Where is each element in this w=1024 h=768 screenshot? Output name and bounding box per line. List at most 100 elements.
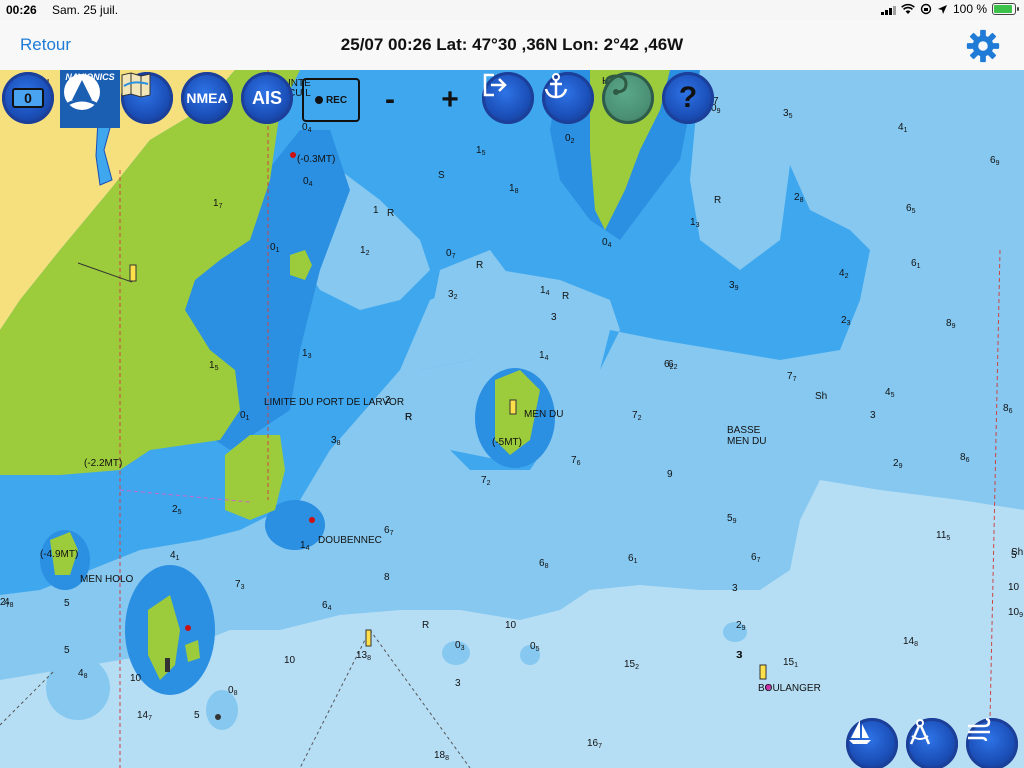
record-dot-icon [314, 96, 323, 104]
depth-sounding: 29 [736, 620, 746, 632]
depth-sounding: 13 [302, 348, 312, 360]
depth-sounding: 3 [870, 410, 876, 421]
settings-gear-icon[interactable] [964, 27, 1002, 65]
help-label: ? [678, 81, 698, 114]
depth-sounding: 48 [4, 597, 14, 609]
depth-sounding: 28 [794, 192, 804, 204]
depth-sounding: 32 [448, 289, 458, 301]
depth-sounding: 109 [1008, 607, 1024, 619]
depth-sounding: 3 [732, 583, 738, 594]
depth-sounding: 62 [664, 359, 674, 371]
seabed-letter: R [405, 412, 413, 423]
record-button[interactable]: REC [302, 78, 360, 122]
seabed-letter: Sh [815, 391, 828, 402]
seabed-letter: R [422, 620, 430, 631]
depth-sounding: 89 [946, 318, 956, 330]
navionics-logo-button[interactable]: NAVIONICS [60, 70, 120, 128]
map-label-doubennec: DOUBENNEC [318, 535, 382, 546]
depth-sounding: 86 [1003, 403, 1013, 415]
depth-sounding: 188 [434, 750, 450, 762]
status-date: Sam. 25 juil. [52, 3, 119, 17]
depth-sounding: 152 [624, 659, 640, 671]
sail-button[interactable] [846, 718, 898, 768]
seabed-letter: R [387, 208, 395, 219]
depth-sounding: 167 [587, 738, 603, 750]
anchor-button[interactable] [542, 72, 594, 124]
depth-sounding: 61 [628, 553, 638, 565]
ais-button[interactable]: AIS [241, 72, 293, 124]
map-label-men-du-2: MEN DU [727, 436, 767, 447]
depth-sounding: 1 [373, 205, 379, 216]
map-label-boulanger: BOULANGER [758, 683, 821, 694]
status-bar: 00:26 Sam. 25 juil. 100 % [0, 0, 1024, 20]
compass-tool-button[interactable] [906, 718, 958, 768]
depth-sounding: 72 [632, 410, 642, 422]
depth-sounding: 147 [137, 710, 153, 722]
depth-sounding: 8 [384, 572, 390, 583]
ais-label: AIS [251, 87, 282, 108]
zoom-out-button[interactable]: - [364, 74, 416, 126]
wind-icon [968, 718, 991, 742]
position-title: 25/07 00:26 Lat: 47°30 ,36N Lon: 2°42 ,4… [340, 35, 684, 54]
depth-sounding: 115 [936, 530, 951, 542]
depth-sounding: 45 [885, 387, 895, 399]
seabed-letter: R [562, 291, 570, 302]
depth-sounding: 73 [235, 579, 245, 591]
depth-sounding: 12 [360, 245, 370, 257]
depth-sounding: 5 [64, 598, 70, 609]
depth-sounding: 07 [446, 248, 456, 260]
map-label-men-holo: MEN HOLO [80, 574, 134, 585]
depth-sounding: 04 [602, 237, 612, 249]
map-label-mt-22: (-2.2MT) [84, 458, 123, 469]
help-button[interactable]: ? [662, 72, 714, 124]
map-label-mt-49: (-4.9MT) [40, 549, 79, 560]
battery-percent: 100 % [952, 2, 987, 16]
wifi-icon [901, 3, 915, 14]
depth-sounding: 86 [960, 452, 970, 464]
map-label-mt-03: (-0.3MT) [297, 154, 336, 165]
wind-button[interactable] [966, 718, 1018, 768]
counter-button[interactable]: 0 [2, 72, 54, 124]
exit-button[interactable] [482, 72, 534, 124]
depth-sounding: 2 [385, 395, 391, 406]
map-type-button[interactable] [121, 72, 173, 124]
depth-sounding: 5 [64, 645, 70, 656]
battery-icon [992, 3, 1019, 15]
depth-sounding: 61 [911, 258, 921, 270]
depth-sounding: 48 [78, 668, 88, 680]
zoom-in-label: + [441, 83, 459, 116]
depth-sounding: 17 [213, 198, 223, 210]
depth-sounding: 42 [839, 268, 849, 280]
divider-compass-icon [909, 719, 931, 745]
route-button[interactable] [602, 72, 654, 124]
navionics-logo-icon [64, 74, 100, 110]
depth-sounding: 14 [539, 350, 549, 362]
depth-sounding: 15 [209, 360, 219, 372]
depth-sounding: 03 [455, 640, 465, 652]
nautical-chart[interactable]: LIMITE DU PORT DE LARVOR MEN DU (-5MT) B… [0, 70, 1024, 768]
depth-sounding: 10 [130, 673, 142, 684]
depth-sounding: 9 [667, 469, 673, 480]
map-label-men-du-mt: (-5MT) [492, 437, 522, 448]
depth-sounding: 23 [841, 315, 851, 327]
counter-value: 0 [12, 88, 44, 108]
navigation-bar: Retour 25/07 00:26 Lat: 47°30 ,36N Lon: … [0, 20, 1024, 71]
depth-sounding: 64 [322, 600, 332, 612]
map-icon [121, 72, 151, 98]
depth-sounding: 01 [240, 410, 250, 422]
zoom-in-button[interactable]: + [424, 74, 476, 126]
depth-sounding: 41 [898, 122, 908, 134]
depth-sounding: 10 [284, 655, 296, 666]
depth-sounding: 138 [356, 650, 372, 662]
cellular-signal-icon [880, 4, 896, 15]
depth-sounding: 14 [540, 285, 550, 297]
depth-sounding: 59 [727, 513, 737, 525]
depth-sounding: 08 [228, 685, 238, 697]
depth-sounding: 10 [505, 620, 517, 631]
nmea-label: NMEA [186, 90, 228, 106]
nmea-button[interactable]: NMEA [181, 72, 233, 124]
depth-sounding: 148 [903, 636, 919, 648]
depth-sounding: 76 [571, 455, 581, 467]
depth-sounding: 67 [384, 525, 394, 537]
record-label: REC [325, 94, 348, 106]
